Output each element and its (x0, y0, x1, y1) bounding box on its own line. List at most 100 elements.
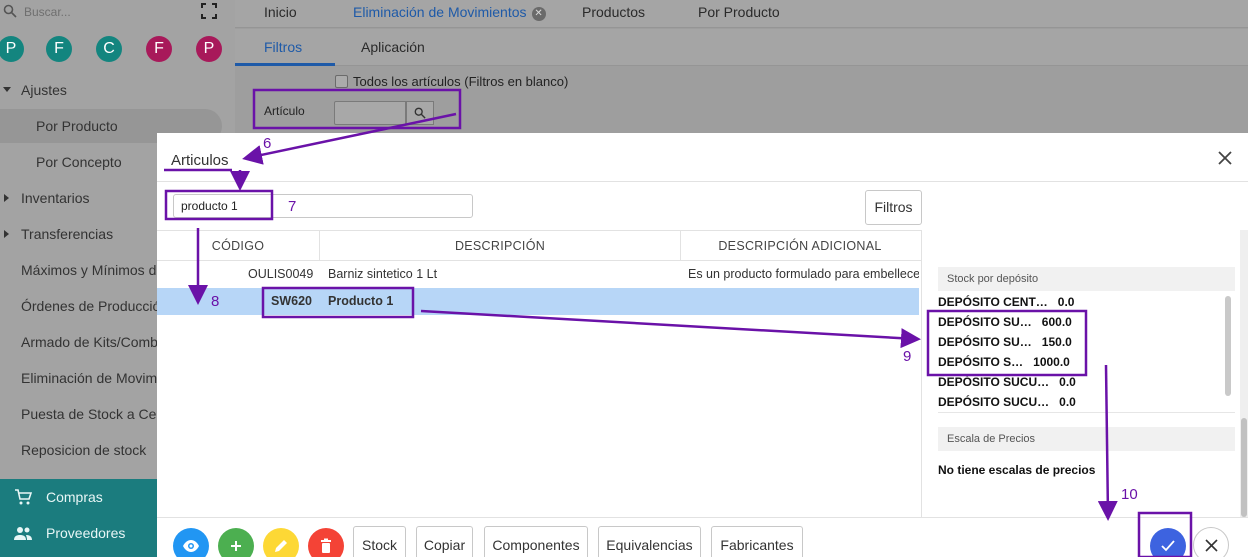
tab-productos[interactable]: Productos (582, 4, 645, 20)
filters-button[interactable]: Filtros (865, 190, 922, 225)
list-item: DEPÓSITO SU… 150.0 (938, 332, 1072, 352)
components-button[interactable]: Componentes (484, 526, 588, 557)
close-icon[interactable]: ✕ (531, 7, 546, 21)
sidebar-item-label: Puesta de Stock a Cer (21, 406, 162, 422)
table-row-selected[interactable]: SW620 Producto 1 (157, 288, 919, 315)
stock-button[interactable]: Stock (353, 526, 406, 557)
column-header-description[interactable]: DESCRIPCIÓN (320, 231, 681, 261)
copy-button[interactable]: Copiar (416, 526, 473, 557)
sidebar-item-label: Armado de Kits/Comb (21, 334, 158, 350)
article-search-button[interactable] (406, 101, 434, 125)
row-description: Barniz sintetico 1 Lt (328, 267, 438, 281)
sidebar-item-label: Por Concepto (36, 154, 122, 170)
deposit-name: DEPÓSITO SUCU… (938, 375, 1050, 389)
sidebar-item-proveedores[interactable]: Proveedores (0, 515, 157, 551)
edit-button[interactable] (263, 528, 299, 557)
list-item: DEPÓSITO SU… 600.0 (938, 312, 1072, 332)
deposit-stock: 600.0 (1041, 315, 1072, 329)
step-number: 7 (288, 198, 297, 215)
people-icon (14, 527, 32, 540)
no-price-scales-text: No tiene escalas de precios (938, 463, 1096, 477)
trash-icon (321, 538, 331, 553)
fullscreen-icon[interactable] (201, 3, 217, 19)
tab-eliminacion-movimientos[interactable]: Eliminación de Movimientos ✕ (353, 4, 546, 21)
step-number: 8 (211, 293, 220, 310)
all-articles-checkbox[interactable] (335, 75, 348, 88)
row-code: SW620 (271, 294, 312, 308)
column-header-additional-description[interactable]: DESCRIPCIÓN ADICIONAL (681, 231, 919, 261)
sidebar-item-label: Órdenes de Producció (21, 298, 161, 314)
table-row[interactable]: OULIS0049 Barniz sintetico 1 Lt Es un pr… (157, 261, 919, 288)
main-tabs: Inicio Eliminación de Movimientos ✕ Produ… (235, 0, 1248, 28)
close-icon (1205, 539, 1218, 552)
deposit-stock: 0.0 (1057, 295, 1075, 309)
price-scale-section-header: Escala de Precios (938, 427, 1235, 451)
confirm-button[interactable] (1150, 528, 1186, 557)
search-placeholder: Buscar... (24, 5, 71, 19)
cancel-button[interactable] (1193, 527, 1229, 557)
list-item: DEPÓSITO SUCU… 0.0 (938, 372, 1076, 392)
search-icon (3, 4, 17, 18)
equivalences-button[interactable]: Equivalencias (598, 526, 701, 557)
sub-tabs: Filtros Aplicación (235, 29, 1248, 66)
avatar[interactable]: P (196, 36, 222, 62)
favorite-avatars: P F C F P (0, 36, 235, 64)
avatar[interactable]: F (46, 36, 72, 62)
deposit-name: DEPÓSITO SU… (938, 315, 1032, 329)
add-button[interactable] (218, 528, 254, 557)
chevron-right-icon (4, 230, 9, 238)
tab-por-producto[interactable]: Por Producto (698, 4, 780, 20)
article-label: Artículo (264, 104, 305, 118)
avatar[interactable]: C (96, 36, 122, 62)
sidebar-search[interactable]: Buscar... (0, 0, 235, 26)
active-tab-indicator (235, 63, 335, 66)
eye-icon (183, 540, 199, 552)
sidebar-module-section: Compras Proveedores (0, 479, 157, 557)
deposit-name: DEPÓSITO CENT… (938, 295, 1048, 309)
scrollbar-thumb[interactable] (1241, 418, 1247, 517)
sidebar-item-label: Eliminación de Movim (21, 370, 158, 386)
deposit-name: DEPÓSITO SU… (938, 335, 1032, 349)
scrollbar-thumb[interactable] (1225, 296, 1231, 396)
list-item: DEPÓSITO SUCU… 0.0 (938, 392, 1076, 412)
tab-filtros[interactable]: Filtros (264, 39, 302, 55)
avatar[interactable]: P (0, 36, 24, 62)
articles-dialog: Articulos Filtros CÓDIGO DESCRIPCIÓN DES… (157, 133, 1248, 557)
panel-scrollbar[interactable] (1240, 230, 1248, 517)
step-number: 6 (263, 135, 272, 152)
tab-label: Eliminación de Movimientos (353, 4, 527, 20)
sidebar-item-ajustes[interactable]: Ajustes (0, 73, 235, 107)
deposit-name: DEPÓSITO S… (938, 355, 1024, 369)
chevron-down-icon (3, 87, 11, 92)
deposit-name: DEPÓSITO SUCU… (938, 395, 1050, 409)
chevron-right-icon (4, 194, 9, 202)
dialog-title: Articulos (171, 152, 229, 169)
deposit-stock: 0.0 (1059, 395, 1076, 409)
tab-inicio[interactable]: Inicio (264, 4, 297, 20)
delete-button[interactable] (308, 528, 344, 557)
sidebar-item-label: Reposicion de stock (21, 442, 147, 458)
deposit-stock: 0.0 (1059, 375, 1076, 389)
article-input[interactable] (334, 101, 406, 125)
filters-panel: Todos los artículos (Filtros en blanco) … (235, 67, 1248, 133)
row-description: Producto 1 (328, 294, 394, 308)
tab-aplicacion[interactable]: Aplicación (361, 39, 425, 55)
all-articles-label: Todos los artículos (Filtros en blanco) (353, 74, 569, 89)
row-additional-description: Es un producto formulado para embellecer (688, 267, 919, 281)
view-button[interactable] (173, 528, 209, 557)
step-number: 9 (903, 348, 912, 365)
stock-scrollbar[interactable] (1224, 296, 1232, 408)
close-icon[interactable] (1216, 149, 1234, 167)
list-item: DEPÓSITO CENT… 0.0 (938, 292, 1074, 312)
row-code: OULIS0049 (248, 267, 314, 281)
sidebar-item-label: Inventarios (21, 190, 90, 206)
manufacturers-button[interactable]: Fabricantes (711, 526, 803, 557)
column-header-code[interactable]: CÓDIGO (157, 231, 320, 261)
list-item: DEPÓSITO S… 1000.0 (938, 352, 1070, 372)
sidebar-item-label: Ajustes (21, 82, 67, 98)
article-filter-input[interactable] (173, 194, 473, 218)
avatar[interactable]: F (146, 36, 172, 62)
sidebar-item-label: Proveedores (46, 525, 126, 541)
search-icon (414, 107, 426, 119)
sidebar-item-compras[interactable]: Compras (0, 479, 157, 515)
